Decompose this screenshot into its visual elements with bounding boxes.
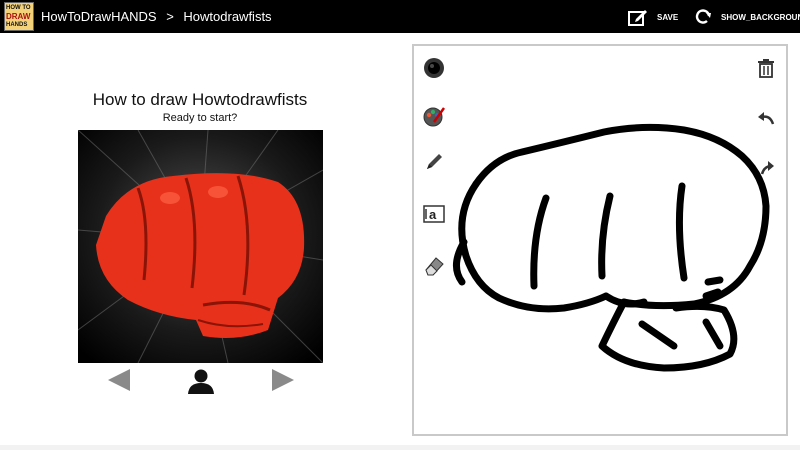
previous-button[interactable] xyxy=(106,368,132,397)
undo-icon xyxy=(758,112,775,125)
breadcrumb: HowToDrawHANDS > Howtodrawfists xyxy=(41,9,278,24)
redo-icon xyxy=(760,161,774,175)
svg-text:a: a xyxy=(429,207,437,222)
refresh-icon xyxy=(695,9,711,24)
right-arrow-icon xyxy=(272,369,294,391)
eraser-icon xyxy=(425,257,444,276)
show-background-button[interactable]: SHOW_BACKGROUND xyxy=(694,7,800,27)
person-button[interactable] xyxy=(186,368,216,399)
logo-line-2: DRAW xyxy=(6,12,31,21)
color-tool[interactable] xyxy=(422,104,446,128)
save-label: SAVE xyxy=(657,12,679,22)
lesson-subtitle: Ready to start? xyxy=(162,112,238,124)
pencil-icon xyxy=(427,154,442,169)
brush-size-icon xyxy=(424,58,444,78)
text-tool[interactable]: a xyxy=(422,202,446,226)
breadcrumb-current: Howtodrawfists xyxy=(183,9,272,24)
brush-size-tool[interactable] xyxy=(422,56,446,80)
left-arrow-icon xyxy=(108,369,130,391)
logo-line-3: HANDS xyxy=(6,22,28,28)
action-bar: HOW TO DRAW HANDS HowToDrawHANDS > Howto… xyxy=(0,0,800,33)
drawing-canvas[interactable]: a xyxy=(412,44,788,436)
color-palette-icon xyxy=(423,107,446,127)
next-button[interactable] xyxy=(270,368,296,397)
delete-tool[interactable] xyxy=(756,58,780,82)
trash-icon xyxy=(758,59,774,78)
undo-tool[interactable] xyxy=(756,108,780,132)
breadcrumb-separator: > xyxy=(166,9,174,24)
text-tool-icon: a xyxy=(423,205,445,223)
breadcrumb-app[interactable]: HowToDrawHANDS xyxy=(41,9,157,24)
edit-icon xyxy=(628,10,647,26)
pencil-tool[interactable] xyxy=(422,150,446,174)
user-sketch[interactable] xyxy=(414,46,786,434)
redo-tool[interactable] xyxy=(760,158,784,182)
show-background-label: SHOW_BACKGROUND xyxy=(721,12,800,22)
logo-line-1: HOW TO xyxy=(6,5,31,11)
lesson-title: How to draw Howtodrawfists xyxy=(92,90,308,109)
bottom-divider xyxy=(0,445,800,450)
eraser-tool[interactable] xyxy=(422,254,446,278)
save-button[interactable]: SAVE xyxy=(628,7,678,27)
person-icon xyxy=(188,369,214,394)
reference-image xyxy=(78,130,323,363)
app-logo[interactable]: HOW TO DRAW HANDS xyxy=(4,2,34,31)
